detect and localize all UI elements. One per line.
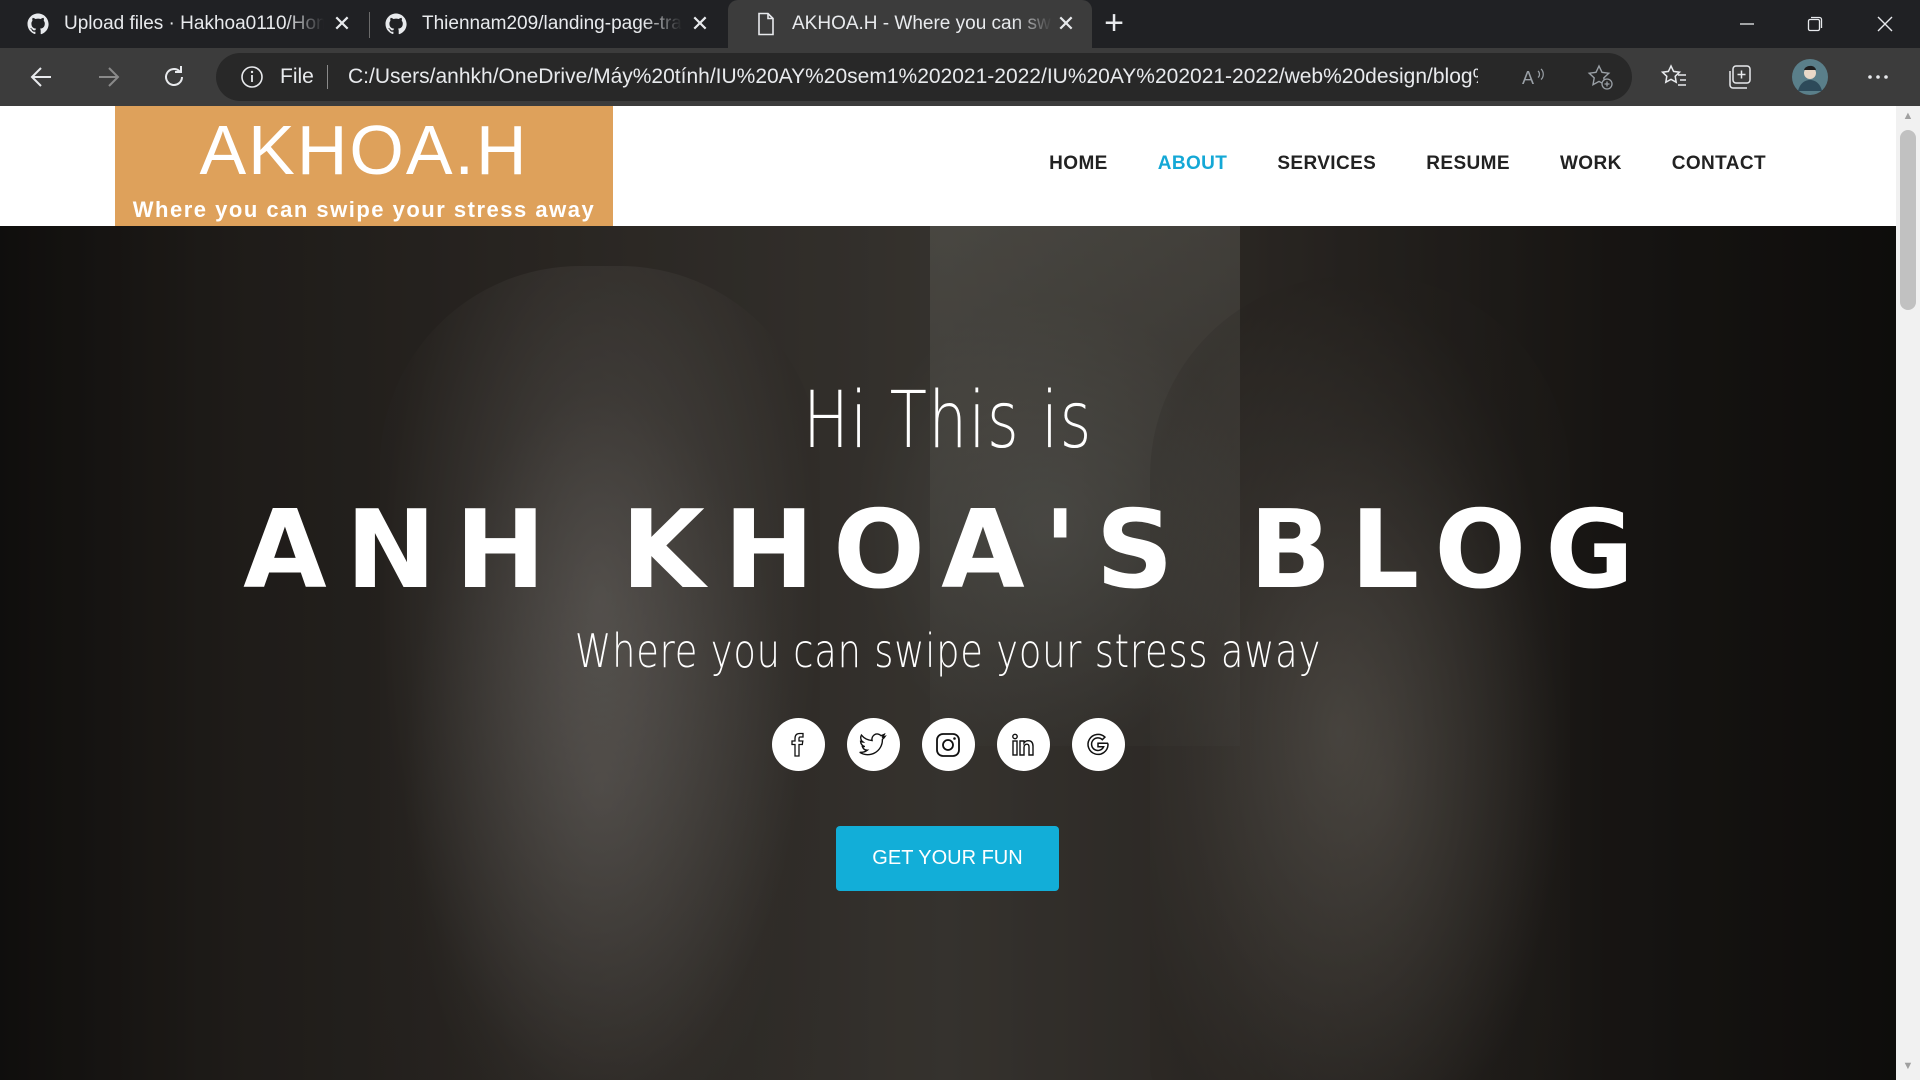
tab-title: Thiennam209/landing-page-travel (422, 13, 682, 34)
address-bar[interactable]: File C:/Users/anhkh/OneDrive/Máy%20tính/… (216, 53, 1632, 101)
read-aloud-icon[interactable]: A (1520, 63, 1548, 91)
tab-strip: Upload files · Hakhoa0110/Home ✕ Thienna… (0, 0, 1920, 48)
tab-upload-files[interactable]: Upload files · Hakhoa0110/Home ✕ (0, 0, 368, 48)
scroll-down-icon[interactable]: ▼ (1902, 1060, 1914, 1072)
more-icon (1868, 75, 1888, 79)
browser-toolbar: File C:/Users/anhkh/OneDrive/Máy%20tính/… (0, 48, 1920, 106)
back-button[interactable] (24, 59, 60, 95)
svg-text:A: A (1522, 68, 1534, 88)
page-scrollbar[interactable]: ▲ ▼ (1896, 106, 1920, 1080)
google-link[interactable] (1071, 718, 1125, 771)
google-icon (1087, 733, 1109, 755)
info-icon[interactable] (240, 65, 264, 89)
arrow-right-icon (99, 67, 120, 87)
tab-title: Upload files · Hakhoa0110/Home (64, 13, 324, 34)
profile-button[interactable] (1790, 57, 1830, 97)
github-icon (26, 12, 50, 36)
minimize-icon (1740, 23, 1754, 25)
address-divider (327, 65, 328, 89)
file-icon (754, 12, 778, 36)
hero-section: Hi This is ANH KHOA'S BLOG Where you can… (0, 226, 1896, 1080)
close-window-button[interactable] (1852, 0, 1918, 48)
linkedin-icon (1012, 733, 1034, 756)
restore-button[interactable] (1782, 0, 1848, 48)
settings-menu-button[interactable] (1860, 59, 1896, 95)
url-text[interactable]: C:/Users/anhkh/OneDrive/Máy%20tính/IU%20… (348, 65, 1478, 89)
twitter-link[interactable] (846, 718, 900, 771)
tab-landing-page[interactable]: Thiennam209/landing-page-travel ✕ (358, 0, 726, 48)
close-icon[interactable]: ✕ (688, 11, 712, 36)
nav-work[interactable]: WORK (1560, 153, 1622, 175)
hero-greeting: Hi This is (803, 376, 1093, 466)
minimize-button[interactable] (1714, 0, 1780, 48)
forward-button[interactable] (90, 59, 126, 95)
main-nav: HOME ABOUT SERVICES RESUME WORK CONTACT (1049, 153, 1766, 175)
arrow-left-icon (30, 67, 51, 87)
nav-services[interactable]: SERVICES (1277, 153, 1376, 175)
social-links (0, 718, 1896, 771)
page-viewport: AKHOA.H Where you can swipe your stress … (0, 106, 1896, 1080)
avatar (1792, 59, 1828, 95)
facebook-icon (791, 732, 804, 757)
nav-about[interactable]: ABOUT (1158, 153, 1228, 175)
close-icon[interactable]: ✕ (330, 11, 354, 36)
tab-akhoa-blog[interactable]: AKHOA.H - Where you can swipe ✕ (728, 0, 1092, 48)
site-logo[interactable]: AKHOA.H Where you can swipe your stress … (115, 106, 613, 226)
close-icon (1877, 16, 1893, 32)
nav-contact[interactable]: CONTACT (1672, 153, 1766, 175)
instagram-icon (936, 732, 960, 757)
scrollbar-thumb[interactable] (1900, 130, 1916, 310)
hero-subtitle: Where you can swipe your stress away (574, 624, 1322, 678)
nav-home[interactable]: HOME (1049, 153, 1108, 175)
tab-title: AKHOA.H - Where you can swipe (792, 13, 1052, 34)
hero-title: ANH KHOA'S BLOG (243, 488, 1653, 613)
refresh-icon (165, 66, 183, 86)
logo-tagline: Where you can swipe your stress away (132, 197, 596, 222)
twitter-icon (859, 732, 887, 755)
logo-title: AKHOA.H (199, 111, 529, 189)
facebook-link[interactable] (771, 718, 825, 771)
scroll-up-icon[interactable]: ▲ (1902, 110, 1914, 122)
collections-icon (1729, 65, 1751, 89)
github-icon (384, 12, 408, 36)
add-favorite-icon[interactable] (1586, 63, 1614, 91)
favorites-button[interactable] (1656, 59, 1692, 95)
restore-icon (1807, 16, 1823, 32)
favorites-icon (1660, 64, 1686, 86)
instagram-link[interactable] (921, 718, 975, 771)
close-icon[interactable]: ✕ (1054, 11, 1078, 36)
nav-resume[interactable]: RESUME (1426, 153, 1510, 175)
url-scheme-label: File (280, 65, 314, 88)
collections-button[interactable] (1722, 59, 1758, 95)
new-tab-button[interactable]: + (1098, 6, 1130, 40)
site-header: AKHOA.H Where you can swipe your stress … (0, 106, 1896, 226)
linkedin-link[interactable] (996, 718, 1050, 771)
reload-button[interactable] (156, 59, 192, 95)
get-your-fun-button[interactable]: GET YOUR FUN (836, 826, 1059, 891)
